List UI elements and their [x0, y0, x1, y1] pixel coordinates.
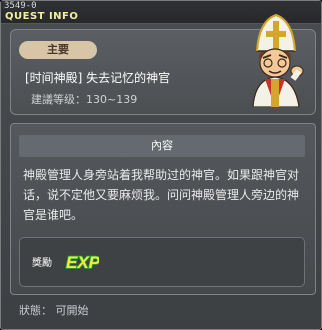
quest-description: 神殿管理人身旁站着我帮助过的神官。如果跟神官对话，说不定他又要麻烦我。问问神殿管… — [23, 168, 300, 222]
window-id: 3549-0 — [4, 1, 37, 11]
exp-text: EXP — [66, 253, 99, 271]
quest-status: 狀態： 可開始 — [19, 302, 89, 318]
window-title: QUEST INFO — [5, 11, 79, 22]
status-value: 可開始 — [55, 304, 89, 317]
reward-box — [19, 237, 305, 287]
quest-info-window: 3549-0 QUEST INFO 主要 [时间神殿] 失去记忆的神官 建議等级… — [0, 0, 322, 330]
quest-category-badge: 主要 — [19, 41, 97, 59]
exp-icon: EXP — [65, 252, 99, 271]
quest-title: [时间神殿] 失去记忆的神官 — [25, 71, 171, 85]
section-header: 內容 — [19, 135, 305, 157]
status-label: 狀態： — [19, 304, 52, 317]
reward-label: 獎勵 — [32, 258, 52, 269]
priest-npc-portrait-icon — [252, 13, 304, 107]
recommended-level: 建議等级：130~139 — [31, 93, 138, 106]
